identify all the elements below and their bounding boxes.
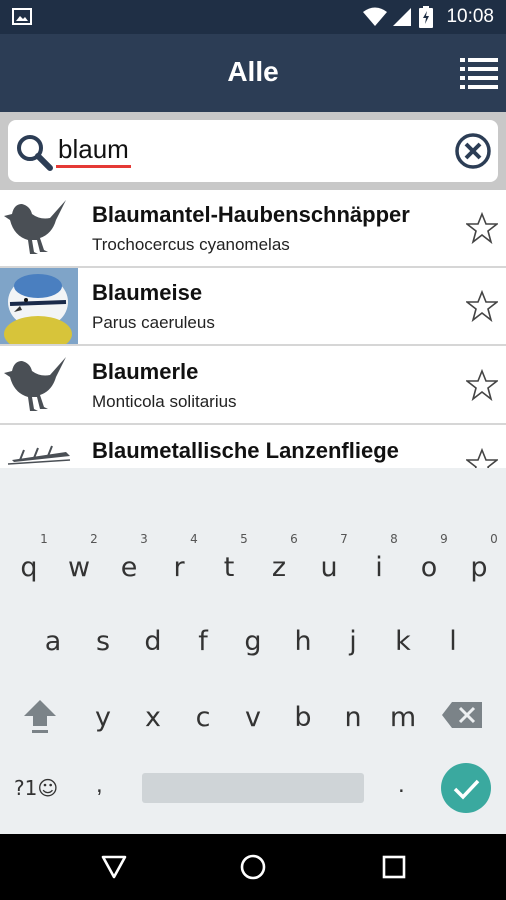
blue-tit-photo	[0, 268, 78, 344]
key-s[interactable]: s	[78, 626, 128, 657]
key-label: o	[420, 552, 438, 583]
insect-silhouette-icon	[7, 445, 71, 465]
key-hint: 9	[440, 532, 448, 546]
key-i[interactable]: 8i	[354, 532, 404, 583]
key-label: p	[470, 552, 488, 583]
key-label: u	[320, 552, 338, 583]
search-query[interactable]: blaum	[56, 134, 131, 168]
list-item[interactable]: Blaumerle Monticola solitarius	[0, 347, 506, 425]
key-hint: 6	[290, 532, 298, 546]
page-title: Alle	[227, 56, 279, 87]
key-o[interactable]: 9o	[404, 532, 454, 583]
key-w[interactable]: 2w	[54, 532, 104, 583]
key-label: q	[20, 552, 38, 583]
key-x[interactable]: x	[128, 702, 178, 733]
checkmark-icon	[453, 779, 480, 800]
scientific-name: Trochocercus cyanomelas	[92, 235, 290, 254]
key-label: i	[375, 552, 383, 583]
species-name: Blaumerle	[92, 359, 199, 384]
list-item[interactable]: Blaumetallische Lanzenfliege	[0, 426, 506, 468]
wifi-icon	[363, 7, 387, 26]
app-bar: Alle	[0, 34, 506, 112]
key-u[interactable]: 7u	[304, 532, 354, 583]
key-v[interactable]: v	[228, 702, 278, 733]
status-bar: 10:08	[0, 0, 506, 34]
key-label: e	[120, 552, 138, 583]
key-hint: 4	[190, 532, 198, 546]
species-name: Blaumetallische Lanzenfliege	[92, 438, 399, 463]
key-j[interactable]: j	[328, 626, 378, 657]
clock: 10:08	[446, 6, 494, 27]
key-c[interactable]: c	[178, 702, 228, 733]
star-outline-icon[interactable]	[466, 290, 498, 322]
list-icon[interactable]	[460, 56, 498, 90]
period-key[interactable]: .	[398, 771, 405, 799]
key-hint: 8	[390, 532, 398, 546]
battery-icon	[419, 6, 433, 28]
shift-icon[interactable]	[20, 696, 60, 736]
key-h[interactable]: h	[278, 626, 328, 657]
key-hint: 2	[90, 532, 98, 546]
key-n[interactable]: n	[328, 702, 378, 733]
search-query-text: blaum	[58, 134, 129, 164]
key-l[interactable]: l	[428, 626, 478, 657]
key-hint: 1	[40, 532, 48, 546]
key-b[interactable]: b	[278, 702, 328, 733]
space-key[interactable]	[142, 773, 364, 803]
enter-button[interactable]	[441, 763, 491, 813]
key-z[interactable]: 6z	[254, 532, 304, 583]
species-name: Blaumantel-Haubenschnäpper	[92, 202, 410, 227]
key-m[interactable]: m	[378, 702, 428, 733]
key-t[interactable]: 5t	[204, 532, 254, 583]
key-p[interactable]: 0p	[454, 532, 504, 583]
key-g[interactable]: g	[228, 626, 278, 657]
star-outline-icon[interactable]	[466, 369, 498, 401]
key-label: z	[271, 552, 287, 583]
search-input[interactable]: blaum	[8, 120, 498, 182]
bird-silhouette-icon	[4, 200, 66, 254]
bird-silhouette-icon	[4, 357, 66, 411]
soft-keyboard: 1q 2w 3e 4r 5t 6z 7u 8i 9o 0p a s d f g …	[0, 468, 506, 834]
key-e[interactable]: 3e	[104, 532, 154, 583]
list-item[interactable]: Blaumantel-Haubenschnäpper Trochocercus …	[0, 190, 506, 268]
clear-icon[interactable]	[454, 132, 492, 170]
key-y[interactable]: y	[78, 702, 128, 733]
key-k[interactable]: k	[378, 626, 428, 657]
home-icon[interactable]	[239, 853, 267, 881]
key-d[interactable]: d	[128, 626, 178, 657]
search-bar: blaum	[0, 112, 506, 190]
key-q[interactable]: 1q	[4, 532, 54, 583]
comma-key[interactable]: ,	[96, 771, 103, 799]
results-list: Blaumantel-Haubenschnäpper Trochocercus …	[0, 190, 506, 468]
key-hint: 3	[140, 532, 148, 546]
recents-icon[interactable]	[380, 853, 408, 881]
symbols-key[interactable]: ?1☺	[14, 776, 58, 800]
species-name: Blaumeise	[92, 280, 203, 305]
key-label: t	[223, 552, 235, 583]
star-outline-icon[interactable]	[466, 448, 498, 468]
image-icon	[12, 8, 32, 25]
back-icon[interactable]	[100, 853, 128, 881]
key-a[interactable]: a	[28, 626, 78, 657]
key-hint: 7	[340, 532, 348, 546]
key-hint: 5	[240, 532, 248, 546]
star-outline-icon[interactable]	[466, 212, 498, 244]
backspace-icon[interactable]	[440, 698, 484, 732]
navigation-bar	[0, 834, 506, 900]
key-label: r	[173, 552, 185, 583]
search-icon	[17, 135, 53, 171]
scientific-name: Monticola solitarius	[92, 392, 237, 411]
key-r[interactable]: 4r	[154, 532, 204, 583]
key-hint: 0	[490, 532, 498, 546]
key-f[interactable]: f	[178, 626, 228, 657]
key-label: w	[67, 552, 91, 583]
spellcheck-underline	[56, 165, 131, 168]
cell-signal-icon	[393, 8, 411, 26]
scientific-name: Parus caeruleus	[92, 313, 215, 332]
list-item[interactable]: Blaumeise Parus caeruleus	[0, 268, 506, 346]
